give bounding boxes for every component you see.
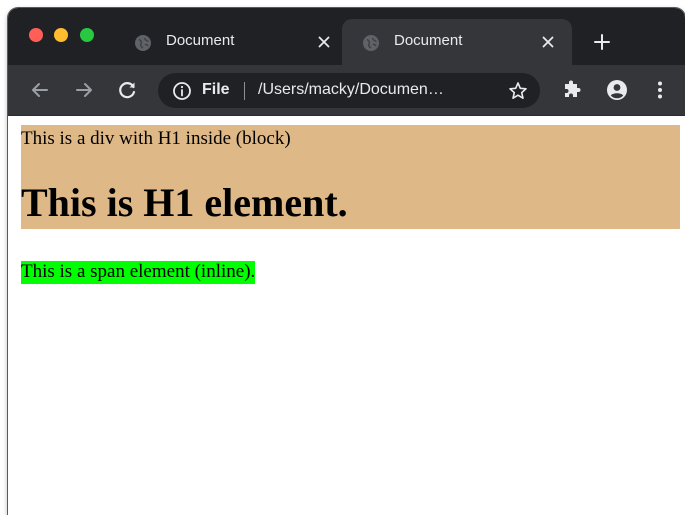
reload-icon[interactable]: [115, 78, 139, 102]
url-text[interactable]: /Users/macky/Documen…: [258, 81, 488, 99]
info-icon[interactable]: [172, 81, 192, 101]
tab-document-2[interactable]: Document: [342, 19, 572, 65]
tab-document-1[interactable]: Document: [120, 19, 342, 65]
new-tab-icon[interactable]: [592, 32, 612, 52]
globe-icon: [135, 35, 151, 51]
tab-title: Document: [394, 32, 463, 49]
window-minimize-button[interactable]: [54, 28, 68, 42]
url-scheme-label: File: [202, 81, 230, 98]
puzzle-icon[interactable]: [560, 78, 584, 102]
tab-close-icon[interactable]: [538, 32, 558, 52]
bookmark-star-icon[interactable]: [507, 80, 529, 102]
omnibox-separator: [244, 82, 245, 100]
browser-window: Document Document File /Users/macky/Docu…: [8, 8, 685, 515]
arrow-left-icon[interactable]: [28, 78, 52, 102]
window-close-button[interactable]: [29, 28, 43, 42]
kebab-menu-icon[interactable]: [648, 78, 672, 102]
globe-icon: [363, 35, 379, 51]
account-icon[interactable]: [605, 78, 629, 102]
tab-title: Document: [166, 32, 235, 49]
browser-toolbar: File /Users/macky/Documen…: [8, 65, 685, 116]
page-viewport: This is a div with H1 inside (block) Thi…: [8, 116, 685, 515]
inline-span: This is a span element (inline).: [21, 261, 256, 284]
h1-heading: This is H1 element.: [21, 180, 348, 225]
arrow-right-icon[interactable]: [72, 78, 96, 102]
block-div: This is a div with H1 inside (block) Thi…: [21, 125, 680, 229]
tab-close-icon[interactable]: [314, 32, 334, 52]
window-zoom-button[interactable]: [80, 28, 94, 42]
address-bar[interactable]: File /Users/macky/Documen…: [158, 73, 540, 108]
tab-strip: Document Document: [8, 8, 685, 65]
div-text: This is a div with H1 inside (block): [21, 128, 291, 149]
